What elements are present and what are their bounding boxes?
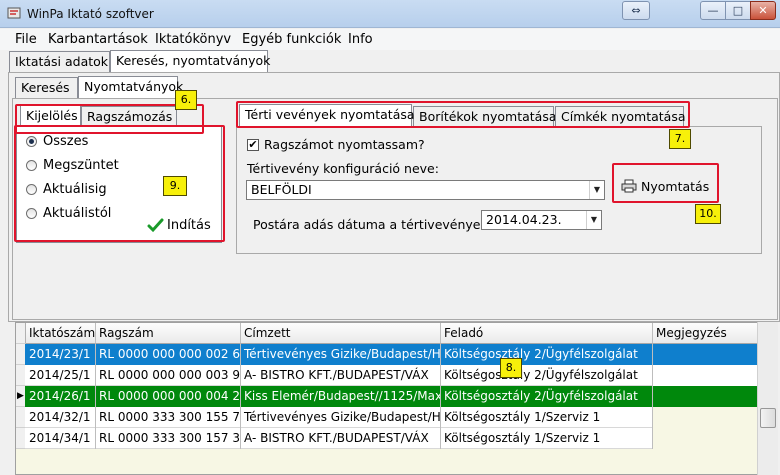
highlight-box-7 bbox=[236, 101, 690, 128]
ragszam-checkbox[interactable]: ✔ bbox=[247, 138, 259, 151]
callout-badge-9: 9. bbox=[163, 176, 187, 196]
col-header-megjegyzes[interactable]: Megjegyzés bbox=[653, 323, 763, 344]
cell-megjegyzes bbox=[653, 344, 763, 365]
cell-ragszam: RL 0000 333 300 155 7 bbox=[96, 407, 241, 428]
callout-badge-7: 7. bbox=[669, 129, 691, 149]
table-row[interactable]: 2014/23/1 RL 0000 000 000 002 6 Tértivev… bbox=[25, 344, 653, 365]
table-row[interactable]: 2014/25/1 RL 0000 000 000 003 9 A- BISTR… bbox=[25, 365, 653, 386]
app-icon bbox=[7, 7, 21, 19]
date-value: 2014.04.23. bbox=[486, 212, 562, 227]
cell-ragszam: RL 0000 333 300 157 3 bbox=[96, 428, 241, 449]
cell-cimzett: Tértivevényes Gizike/Budapest/Ház bbox=[241, 344, 441, 365]
col-header-cimzett[interactable]: Címzett bbox=[241, 323, 441, 344]
cell-ragszam: RL 0000 000 000 003 9 bbox=[96, 365, 241, 386]
table-row[interactable]: 2014/32/1 RL 0000 333 300 155 7 Tértivev… bbox=[25, 407, 653, 428]
config-value: BELFÖLDI bbox=[251, 182, 312, 197]
cell-cimzett: A- BISTRO KFT./BUDAPEST/VÁX bbox=[241, 365, 441, 386]
cell-felado: Költségosztály 2/Ügyfélszolgálat bbox=[441, 344, 653, 365]
header-corner bbox=[16, 323, 26, 344]
menu-info[interactable]: Info bbox=[348, 32, 373, 47]
chevron-down-icon[interactable]: ▼ bbox=[586, 211, 601, 229]
col-header-felado[interactable]: Feladó bbox=[441, 323, 653, 344]
date-label: Postára adás dátuma a tértivevényen: bbox=[253, 217, 493, 232]
menu-egyeb-funkciok[interactable]: Egyéb funkciók bbox=[242, 32, 341, 47]
date-picker[interactable]: 2014.04.23. ▼ bbox=[481, 210, 602, 230]
menu-karbantartasok[interactable]: Karbantartások bbox=[48, 32, 148, 47]
cell-cimzett: Tértivevényes Gizike/Budapest/Ház bbox=[241, 407, 441, 428]
col-header-iktatoszam[interactable]: Iktatószám bbox=[26, 323, 96, 344]
cell-ragszam: RL 0000 000 000 002 6 bbox=[96, 344, 241, 365]
cell-megjegyzes bbox=[653, 407, 763, 428]
maximize-button[interactable]: □ bbox=[725, 1, 751, 20]
cell-iktatoszam: 2014/34/1 bbox=[26, 428, 96, 449]
menu-file[interactable]: File bbox=[15, 32, 37, 47]
tab-iktatasi-adatok[interactable]: Iktatási adatok bbox=[9, 51, 110, 72]
cell-iktatoszam: 2014/25/1 bbox=[26, 365, 96, 386]
chevron-down-icon[interactable]: ▼ bbox=[589, 181, 604, 199]
ragszam-checkbox-label: Ragszámot nyomtassam? bbox=[264, 137, 425, 152]
cell-felado: Költségosztály 1/Szerviz 1 bbox=[441, 407, 653, 428]
callout-badge-8: 8. bbox=[500, 358, 522, 378]
table-row[interactable]: 2014/26/1 RL 0000 000 000 004 2 Kiss Ele… bbox=[25, 386, 653, 407]
config-select[interactable]: BELFÖLDI ▼ bbox=[246, 180, 605, 200]
vertical-scrollbar[interactable] bbox=[757, 322, 778, 475]
highlight-box-10 bbox=[612, 163, 719, 203]
swap-window-button[interactable]: ⇔ bbox=[622, 1, 650, 20]
window-title: WinPa Iktató szoftver bbox=[27, 7, 154, 21]
cell-felado: Költségosztály 2/Ügyfélszolgálat bbox=[441, 365, 653, 386]
cell-megjegyzes bbox=[653, 428, 763, 449]
tab-kereses-nyomtatvanyok[interactable]: Keresés, nyomtatványok bbox=[110, 50, 270, 72]
cell-iktatoszam: 2014/23/1 bbox=[26, 344, 96, 365]
minimize-button[interactable]: — bbox=[700, 1, 726, 20]
cell-iktatoszam: 2014/26/1 bbox=[26, 386, 96, 407]
cell-megjegyzes bbox=[653, 386, 763, 407]
cell-iktatoszam: 2014/32/1 bbox=[26, 407, 96, 428]
table-row[interactable]: 2014/34/1 RL 0000 333 300 157 3 A- BISTR… bbox=[25, 428, 653, 449]
cell-ragszam: RL 0000 000 000 004 2 bbox=[96, 386, 241, 407]
highlight-box-9 bbox=[14, 125, 225, 242]
scrollbar-thumb[interactable] bbox=[760, 408, 776, 428]
tab-nyomtatvanyok[interactable]: Nyomtatványok bbox=[78, 76, 183, 98]
config-label: Tértivevény konfiguráció neve: bbox=[247, 161, 439, 176]
callout-badge-10: 10. bbox=[695, 204, 721, 224]
callout-badge-6: 6. bbox=[175, 90, 197, 110]
cell-megjegyzes bbox=[653, 365, 763, 386]
menu-iktatokonyv[interactable]: Iktatókönyv bbox=[155, 32, 231, 47]
cell-cimzett: A- BISTRO KFT./BUDAPEST/VÁX bbox=[241, 428, 441, 449]
col-header-ragszam[interactable]: Ragszám bbox=[96, 323, 241, 344]
tab-kereses[interactable]: Keresés bbox=[15, 77, 78, 98]
cell-cimzett: Kiss Elemér/Budapest//1125/Max bbox=[241, 386, 441, 407]
results-grid[interactable]: Iktatószám Ragszám Címzett Feladó Megjeg… bbox=[15, 322, 778, 475]
close-button[interactable]: ✕ bbox=[750, 1, 776, 20]
ragszam-checkbox-row[interactable]: ✔ Ragszámot nyomtassam? bbox=[247, 137, 425, 152]
cell-felado: Költségosztály 2/Ügyfélszolgálat bbox=[441, 386, 653, 407]
cell-felado: Költségosztály 1/Szerviz 1 bbox=[441, 428, 653, 449]
